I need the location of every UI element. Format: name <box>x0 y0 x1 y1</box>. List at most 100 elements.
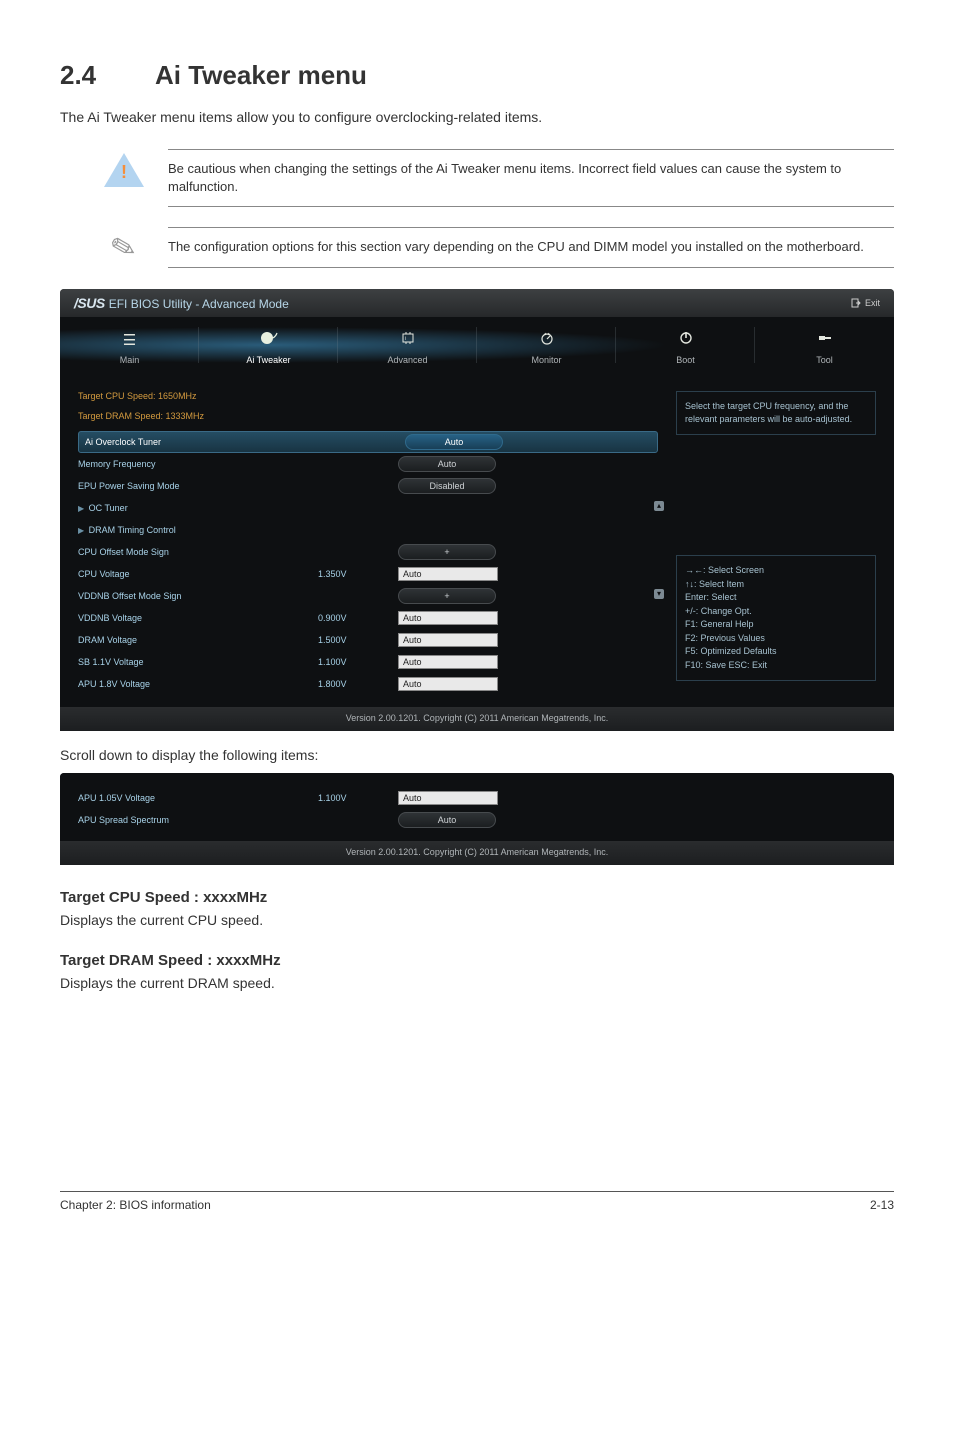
row-cpu-offset-mode-sign[interactable]: CPU Offset Mode Sign + <box>78 541 658 563</box>
bios-subtitle: EFI BIOS Utility - Advanced Mode <box>109 297 289 311</box>
tab-tool[interactable]: Tool <box>755 317 894 373</box>
warning-callout: Be cautious when changing the settings o… <box>100 149 894 207</box>
tab-main-label: Main <box>120 355 140 365</box>
tweaker-icon <box>199 331 338 349</box>
tool-icon <box>755 331 894 349</box>
power-icon <box>616 331 755 349</box>
cpu-voltage-value[interactable]: Auto <box>398 567 498 581</box>
scroll-up-button[interactable]: ▴ <box>654 501 664 511</box>
scroll-note: Scroll down to display the following ite… <box>60 747 894 763</box>
section-intro: The Ai Tweaker menu items allow you to c… <box>60 109 894 125</box>
scroll-down-button[interactable]: ▾ <box>654 589 664 599</box>
apu-1-05v-voltage-value[interactable]: Auto <box>398 791 498 805</box>
key-help-1: →←: Select Screen <box>685 564 867 578</box>
tab-ai-tweaker-label: Ai Tweaker <box>246 355 290 365</box>
cpu-voltage-label: CPU Voltage <box>78 569 318 579</box>
tab-boot-label: Boot <box>676 355 695 365</box>
target-cpu-speed: Target CPU Speed: 1650MHz <box>78 391 658 401</box>
epu-power-saving-value[interactable]: Disabled <box>398 478 496 494</box>
key-help-3: Enter: Select <box>685 591 867 605</box>
row-dram-voltage[interactable]: DRAM Voltage 1.500V Auto <box>78 629 658 651</box>
target-cpu-text: Displays the current CPU speed. <box>60 912 894 928</box>
row-apu-1-05v-voltage[interactable]: APU 1.05V Voltage 1.100V Auto <box>78 787 658 809</box>
apu-1-8v-voltage-reading: 1.800V <box>318 679 398 689</box>
footer-left: Chapter 2: BIOS information <box>60 1198 211 1212</box>
row-vddnb-voltage[interactable]: VDDNB Voltage 0.900V Auto <box>78 607 658 629</box>
target-dram-speed: Target DRAM Speed: 1333MHz <box>78 411 658 421</box>
memory-frequency-label: Memory Frequency <box>78 459 318 469</box>
bios-footer: Version 2.00.1201. Copyright (C) 2011 Am… <box>60 707 894 731</box>
list-icon: ☰ <box>60 331 199 349</box>
section-name: Ai Tweaker menu <box>155 60 367 90</box>
row-apu-1-8v-voltage[interactable]: APU 1.8V Voltage 1.800V Auto <box>78 673 658 695</box>
target-dram-text: Displays the current DRAM speed. <box>60 975 894 991</box>
row-ai-overclock-tuner[interactable]: Ai Overclock Tuner Auto <box>78 431 658 453</box>
oc-tuner-label: OC Tuner <box>89 503 128 513</box>
apu-1-8v-voltage-label: APU 1.8V Voltage <box>78 679 318 689</box>
row-cpu-voltage[interactable]: CPU Voltage 1.350V Auto <box>78 563 658 585</box>
tab-tool-label: Tool <box>816 355 833 365</box>
chevron-right-icon: ▶ <box>78 504 84 513</box>
chevron-right-icon: ▶ <box>78 526 84 535</box>
tab-ai-tweaker[interactable]: Ai Tweaker <box>199 317 338 373</box>
footer-right: 2-13 <box>870 1198 894 1212</box>
key-help-5: F1: General Help <box>685 618 867 632</box>
row-vddnb-offset-mode-sign[interactable]: VDDNB Offset Mode Sign + <box>78 585 658 607</box>
tab-monitor-label: Monitor <box>531 355 561 365</box>
tab-advanced-label: Advanced <box>387 355 427 365</box>
vddnb-offset-mode-sign-label: VDDNB Offset Mode Sign <box>78 591 318 601</box>
vddnb-voltage-reading: 0.900V <box>318 613 398 623</box>
keys-box: →←: Select Screen ↑↓: Select Item Enter:… <box>676 555 876 681</box>
exit-label: Exit <box>865 298 880 308</box>
tab-monitor[interactable]: Monitor <box>477 317 616 373</box>
target-cpu-heading: Target CPU Speed : xxxxMHz <box>60 889 894 906</box>
note-icon: ✎ <box>100 227 148 269</box>
bios-footer-2: Version 2.00.1201. Copyright (C) 2011 Am… <box>60 841 894 865</box>
row-epu-power-saving[interactable]: EPU Power Saving Mode Disabled <box>78 475 658 497</box>
vddnb-offset-mode-sign-value[interactable]: + <box>398 588 496 604</box>
key-help-4: +/-: Change Opt. <box>685 605 867 619</box>
bios-window: /SUS EFI BIOS Utility - Advanced Mode Ex… <box>60 289 894 731</box>
sb-1-1v-voltage-value[interactable]: Auto <box>398 655 498 669</box>
row-apu-spread-spectrum[interactable]: APU Spread Spectrum Auto <box>78 809 658 831</box>
memory-frequency-value[interactable]: Auto <box>398 456 496 472</box>
section-number: 2.4 <box>60 60 155 91</box>
tab-advanced[interactable]: i Advanced <box>338 317 477 373</box>
dram-voltage-reading: 1.500V <box>318 635 398 645</box>
section-title: 2.4Ai Tweaker menu <box>60 60 894 91</box>
target-dram-heading: Target DRAM Speed : xxxxMHz <box>60 952 894 969</box>
cpu-offset-mode-sign-label: CPU Offset Mode Sign <box>78 547 318 557</box>
vddnb-voltage-label: VDDNB Voltage <box>78 613 318 623</box>
vddnb-voltage-value[interactable]: Auto <box>398 611 498 625</box>
row-memory-frequency[interactable]: Memory Frequency Auto <box>78 453 658 475</box>
row-sb-1-1v-voltage[interactable]: SB 1.1V Voltage 1.100V Auto <box>78 651 658 673</box>
tab-boot[interactable]: Boot <box>616 317 755 373</box>
help-box: Select the target CPU frequency, and the… <box>676 391 876 435</box>
apu-1-05v-voltage-reading: 1.100V <box>318 793 398 803</box>
warning-icon <box>100 149 148 191</box>
exit-button[interactable]: Exit <box>851 298 880 308</box>
bios-window-scrolled: APU 1.05V Voltage 1.100V Auto APU Spread… <box>60 773 894 865</box>
exit-icon <box>851 298 861 308</box>
asus-logo: /SUS <box>74 295 105 311</box>
dram-timing-control-label: DRAM Timing Control <box>89 525 176 535</box>
apu-spread-spectrum-value[interactable]: Auto <box>398 812 496 828</box>
scroll-rail: ▴ ▾ <box>656 501 662 695</box>
cpu-offset-mode-sign-value[interactable]: + <box>398 544 496 560</box>
ai-overclock-tuner-label: Ai Overclock Tuner <box>85 437 325 447</box>
warning-text: Be cautious when changing the settings o… <box>168 149 894 207</box>
svg-text:i: i <box>405 336 406 342</box>
key-help-2: ↑↓: Select Item <box>685 578 867 592</box>
dram-voltage-value[interactable]: Auto <box>398 633 498 647</box>
bios-title: /SUS EFI BIOS Utility - Advanced Mode <box>74 295 289 311</box>
row-oc-tuner[interactable]: ▶ OC Tuner <box>78 497 658 519</box>
apu-1-8v-voltage-value[interactable]: Auto <box>398 677 498 691</box>
key-help-7: F5: Optimized Defaults <box>685 645 867 659</box>
ai-overclock-tuner-value[interactable]: Auto <box>405 434 503 450</box>
page-footer: Chapter 2: BIOS information 2-13 <box>60 1191 894 1212</box>
bios-tabs: ☰ Main Ai Tweaker i Advanced Monitor <box>60 317 894 373</box>
row-dram-timing-control[interactable]: ▶ DRAM Timing Control <box>78 519 658 541</box>
tab-main[interactable]: ☰ Main <box>60 317 199 373</box>
apu-1-05v-voltage-label: APU 1.05V Voltage <box>78 793 318 803</box>
note-text: The configuration options for this secti… <box>168 227 894 267</box>
